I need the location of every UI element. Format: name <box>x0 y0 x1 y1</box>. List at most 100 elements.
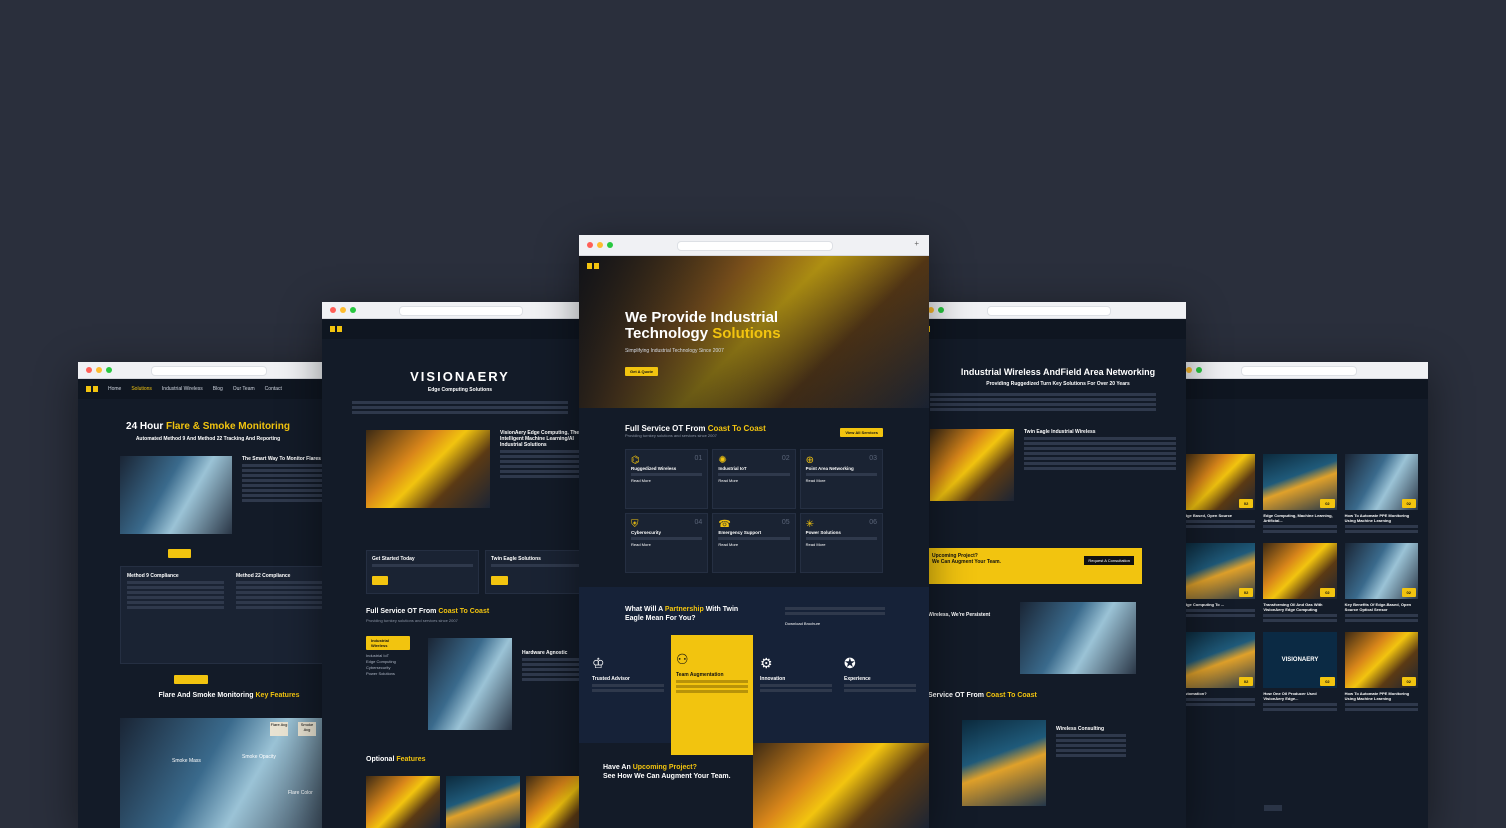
post-title[interactable]: Transforming Oil And Gas With VisionAery… <box>1263 602 1336 612</box>
service-card[interactable]: ✳ 06 Power Solutions Read More <box>799 513 883 573</box>
blog-post-card[interactable]: 02 How To Automate PPE Monitoring Using … <box>1344 632 1418 713</box>
maximize-dot-icon[interactable] <box>1196 367 1202 373</box>
smoke-avg-badge: Smoke Avg <box>298 722 316 736</box>
eagle-logo-icon <box>330 326 342 332</box>
maximize-dot-icon[interactable] <box>938 307 944 313</box>
minimize-dot-icon[interactable] <box>340 307 346 313</box>
blog-post-card[interactable]: 02 Edge Computing, Machine Learning, Art… <box>1263 454 1337 535</box>
blog-post-card[interactable]: 02 Key Benefits Of Edge-Based, Open Sour… <box>1344 543 1418 624</box>
browser-chrome <box>910 302 1186 319</box>
service-card[interactable]: ⌬ 01 Ruggedized Wireless Read More <box>625 449 709 509</box>
browser-window-wireless: Industrial Wireless AndField Area Networ… <box>910 302 1186 828</box>
consultation-button[interactable]: Request A Consultation <box>1084 556 1134 565</box>
iot-icon: ✺ <box>718 455 727 466</box>
post-thumbnail: 02 <box>1263 454 1337 510</box>
post-title[interactable]: How To Automate PPE Monitoring Using Mac… <box>1345 691 1418 701</box>
nav-team[interactable]: Our Team <box>233 386 255 392</box>
load-more-button[interactable] <box>1264 805 1282 811</box>
view-services-button[interactable]: View All Services <box>840 428 883 437</box>
nav-wireless[interactable]: Industrial Wireless <box>162 386 203 392</box>
maximize-dot-icon[interactable] <box>350 307 356 313</box>
address-bar[interactable] <box>150 366 268 376</box>
get-started-button[interactable] <box>372 576 388 585</box>
read-more-link[interactable]: Read More <box>631 478 702 483</box>
optional-features-heading: Optional Features <box>366 756 426 763</box>
shield-icon: ⛨ <box>631 519 639 530</box>
edge-computing-image <box>366 430 490 508</box>
read-more-link[interactable]: Read More <box>806 542 877 547</box>
service-card[interactable]: ☎ 05 Emergency Support Read More <box>712 513 796 573</box>
address-bar[interactable] <box>399 306 523 316</box>
address-bar[interactable] <box>1240 366 1358 376</box>
post-title[interactable]: Edge Computing To ... <box>1182 602 1255 607</box>
site-nav <box>910 319 1186 339</box>
download-brochure-link[interactable]: Download Brochure <box>785 621 820 626</box>
browser-window-home: + We Provide Industrial Technology Solut… <box>579 235 929 828</box>
close-dot-icon[interactable] <box>86 367 92 373</box>
post-title[interactable]: How One Oil Producer Used VisionAery Edg… <box>1263 691 1336 701</box>
tab-wireless[interactable]: Industrial Wireless <box>366 636 410 650</box>
hero-highlight: Solutions <box>712 325 781 342</box>
maximize-dot-icon[interactable] <box>106 367 112 373</box>
hero-section: We Provide Industrial Technology Solutio… <box>579 256 929 408</box>
blog-post-card[interactable]: 02 How To Automate PPE Monitoring Using … <box>1344 454 1418 535</box>
maximize-dot-icon[interactable] <box>607 242 613 248</box>
method-cta-button[interactable] <box>174 675 209 684</box>
post-title[interactable]: Edge Computing, Machine Learning, Artifi… <box>1263 513 1336 523</box>
post-title[interactable]: Automation? <box>1182 691 1255 696</box>
smoke-opacity-label: Smoke Opacity <box>242 754 276 760</box>
blog-post-card[interactable]: 02 Transforming Oil And Gas With VisionA… <box>1263 543 1337 624</box>
get-quote-button[interactable]: Get A Quote <box>625 367 659 376</box>
minimize-dot-icon[interactable] <box>1186 367 1192 373</box>
twin-eagle-button[interactable] <box>491 576 508 585</box>
page-subtitle: Automated Method 9 And Method 22 Trackin… <box>135 436 281 442</box>
nav-home[interactable]: Home <box>108 386 121 392</box>
method22-heading: Method 22 Compliance <box>236 573 291 579</box>
nav-contact[interactable]: Contact <box>265 386 282 392</box>
value-title: Team Augmentation <box>676 672 724 678</box>
wireless-subtitle: Providing Ruggedized Turn Key Solutions … <box>986 381 1130 387</box>
minimize-dot-icon[interactable] <box>96 367 102 373</box>
service-card[interactable]: ✺ 02 Industrial IoT Read More <box>712 449 796 509</box>
partnership-heading: What Will A Partnership With Twin Eagle … <box>625 605 755 623</box>
site-logo[interactable] <box>587 263 599 269</box>
address-bar[interactable] <box>677 241 833 251</box>
nav-solutions[interactable]: Solutions <box>131 386 152 392</box>
service-title: Emergency Support <box>718 530 762 535</box>
address-bar[interactable] <box>987 306 1111 316</box>
service-card[interactable]: ⊕ 03 Point Area Networking Read More <box>799 449 883 509</box>
blog-post-card[interactable]: 02 Edge Based, Open Source <box>1182 454 1256 535</box>
close-dot-icon[interactable] <box>330 307 336 313</box>
flare-cta-button[interactable] <box>168 549 192 558</box>
read-more-link[interactable]: Read More <box>806 478 877 483</box>
blog-post-card[interactable]: 02 Edge Computing To ... <box>1182 543 1256 624</box>
smoke-mass-label: Smoke Mass <box>172 758 201 764</box>
read-more-link[interactable]: Read More <box>631 542 702 547</box>
service-card[interactable]: ⛨ 04 Cybersecurity Read More <box>625 513 709 573</box>
blog-post-card[interactable]: 02 Automation? <box>1182 632 1256 713</box>
post-badge: 02 <box>1401 677 1416 686</box>
site-logo[interactable] <box>86 386 98 392</box>
post-title[interactable]: Edge Based, Open Source <box>1182 513 1255 518</box>
blog-post-card[interactable]: VISIONAERY 02 How One Oil Producer Used V… <box>1263 632 1337 713</box>
value-card: ♔ Trusted Advisor <box>587 639 669 759</box>
kf-text: Flare And Smoke Monitoring <box>158 692 256 699</box>
read-more-link[interactable]: Read More <box>718 542 789 547</box>
post-title[interactable]: How To Automate PPE Monitoring Using Mac… <box>1345 513 1418 523</box>
close-dot-icon[interactable] <box>587 242 593 248</box>
tab-power[interactable]: Power Solutions <box>366 671 410 677</box>
post-badge: 02 <box>1401 499 1416 508</box>
post-title[interactable]: Key Benefits Of Edge-Based, Open Source … <box>1345 602 1418 612</box>
service-title: Power Solutions <box>805 530 841 535</box>
feature-image <box>366 776 440 828</box>
read-more-link[interactable]: Read More <box>718 478 789 483</box>
value-card-active: ⚇ Team Augmentation <box>671 635 753 755</box>
minimize-dot-icon[interactable] <box>597 242 603 248</box>
nav-blog[interactable]: Blog <box>213 386 223 392</box>
hardware-tablet-image <box>428 638 512 730</box>
kf-highlight: Key Features <box>255 692 300 699</box>
new-tab-icon[interactable]: + <box>914 239 919 248</box>
value-title: Trusted Advisor <box>592 676 630 682</box>
service-number: 02 <box>781 455 790 462</box>
site-logo[interactable] <box>330 326 342 332</box>
